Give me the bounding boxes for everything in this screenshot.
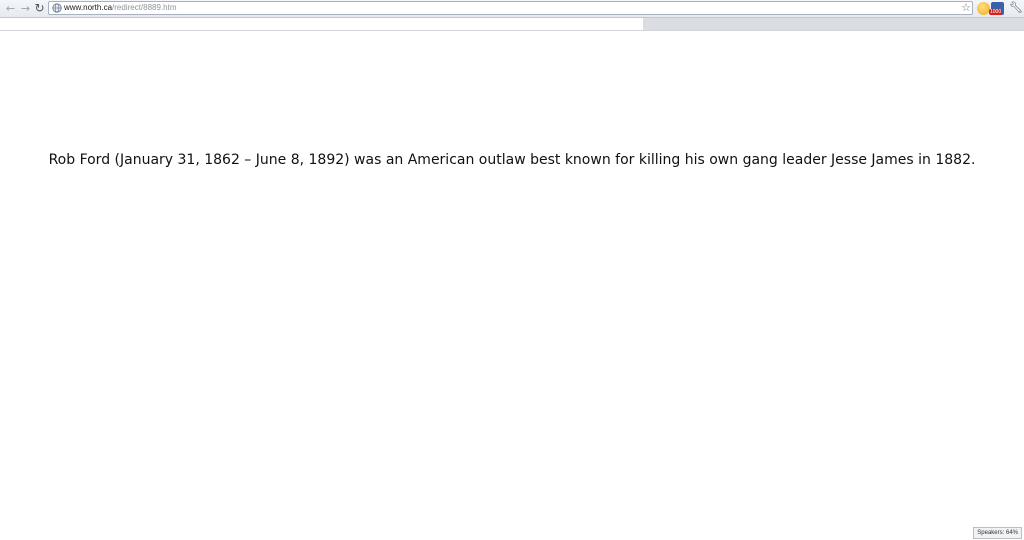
back-arrow-icon[interactable]: ← (4, 2, 17, 15)
globe-icon (52, 3, 62, 13)
status-bar: Speakers: 64% (973, 527, 1022, 539)
star-icon[interactable]: ☆ (961, 1, 971, 14)
url-text: www.north.ca/redirect/8889.htm (64, 2, 177, 14)
page-load-progress (0, 18, 1024, 31)
wrench-icon[interactable]: 🔧︎ (1009, 1, 1023, 15)
url-path: /redirect/8889.htm (112, 3, 177, 12)
address-bar[interactable]: www.north.ca/redirect/8889.htm ☆ (48, 1, 973, 15)
page-content: Rob Ford (January 31, 1862 – June 8, 189… (0, 31, 1024, 540)
browser-toolbar: ← → ↻ www.north.ca/redirect/8889.htm ☆ 1… (0, 0, 1024, 18)
progress-remaining (643, 18, 1024, 30)
forward-arrow-icon[interactable]: → (19, 2, 32, 15)
page-sentence: Rob Ford (January 31, 1862 – June 8, 189… (48, 152, 976, 168)
extension-badge: 1000 (989, 9, 1003, 15)
reload-icon[interactable]: ↻ (33, 2, 46, 15)
url-host: www.north.ca (64, 3, 113, 12)
